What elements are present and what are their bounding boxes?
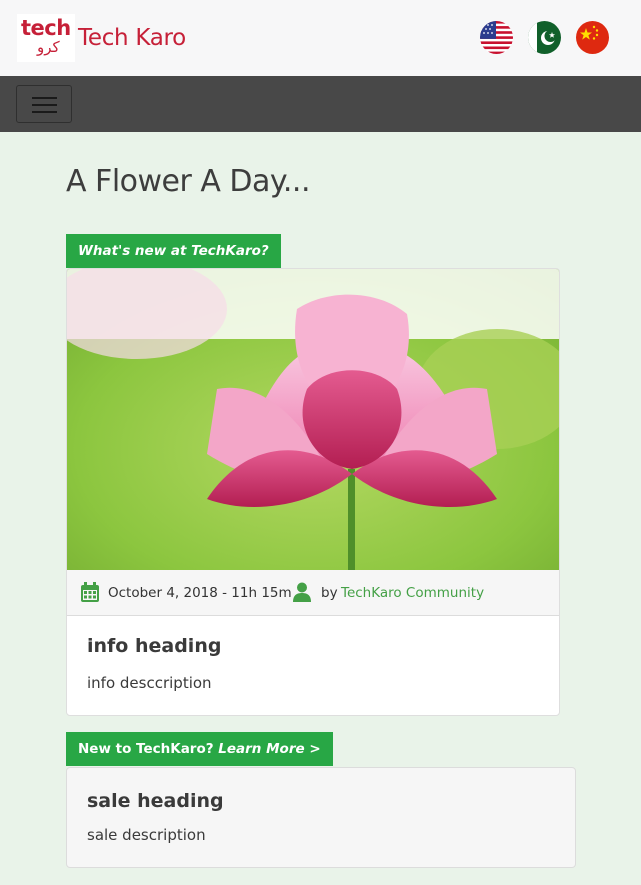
post-author-link[interactable]: TechKaro Community bbox=[341, 585, 484, 601]
info-heading: info heading bbox=[87, 635, 222, 657]
page-title: A Flower A Day... bbox=[66, 164, 311, 199]
logo[interactable]: tech کرو bbox=[17, 14, 75, 62]
learn-more-badge-text: New to TechKaro? bbox=[78, 741, 214, 757]
sale-description: sale description bbox=[87, 826, 206, 844]
post-meta: October 4, 2018 - 11h 15m by TechKaro Co… bbox=[67, 570, 559, 616]
whats-new-badge[interactable]: What's new at TechKaro? bbox=[66, 234, 281, 268]
top-header: tech کرو Tech Karo bbox=[0, 0, 641, 76]
navbar bbox=[0, 76, 641, 132]
sale-card: sale heading sale description bbox=[66, 767, 576, 868]
lotus-flower-image bbox=[67, 269, 559, 570]
info-description: info desccription bbox=[87, 674, 212, 692]
learn-more-link[interactable]: Learn More > bbox=[218, 741, 320, 757]
china-flag-icon[interactable] bbox=[576, 21, 609, 54]
pakistan-flag-icon[interactable] bbox=[528, 21, 561, 54]
hamburger-menu-icon[interactable] bbox=[16, 85, 72, 123]
post-by-label: by bbox=[321, 585, 338, 601]
brand-name[interactable]: Tech Karo bbox=[78, 25, 186, 51]
logo-urdu-text: کرو bbox=[37, 38, 60, 56]
logo-tech-text: tech bbox=[21, 16, 71, 40]
post-date: October 4, 2018 - 11h 15m bbox=[108, 585, 292, 601]
calendar-icon bbox=[81, 582, 99, 602]
us-flag-icon[interactable] bbox=[480, 21, 513, 54]
user-icon bbox=[293, 582, 311, 602]
learn-more-badge[interactable]: New to TechKaro? Learn More > bbox=[66, 732, 333, 766]
post-card: October 4, 2018 - 11h 15m by TechKaro Co… bbox=[66, 268, 560, 716]
sale-heading: sale heading bbox=[87, 790, 224, 812]
